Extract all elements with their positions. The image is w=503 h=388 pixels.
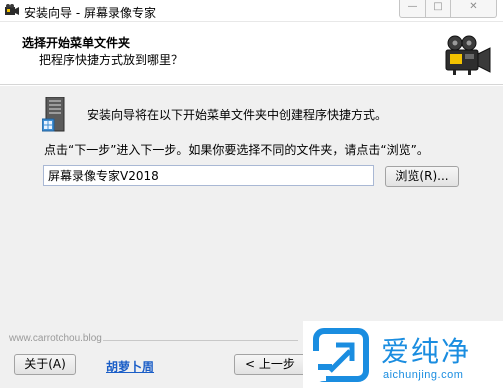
wizard-body: 安装向导将在以下开始菜单文件夹中创建程序快捷方式。 点击“下一步”进入下一步。如… xyxy=(0,86,503,326)
page-subtitle: 把程序快捷方式放到哪里？ xyxy=(39,53,184,67)
brand-url: aichunjing.com xyxy=(383,369,464,381)
app-camera-icon xyxy=(5,4,19,15)
brand-watermark: 爱纯净 aichunjing.com xyxy=(303,321,503,388)
brand-name: 爱纯净 xyxy=(381,335,472,368)
about-button[interactable]: 关于(A) xyxy=(14,354,76,375)
start-menu-folder-input[interactable] xyxy=(43,165,374,186)
close-icon: ✕ xyxy=(469,1,478,12)
browse-button[interactable]: 浏览(R)... xyxy=(385,166,459,187)
watermark-url: www.carrotchou.blog xyxy=(9,333,102,344)
minimize-icon: — xyxy=(407,1,418,12)
intro-text: 安装向导将在以下开始菜单文件夹中创建程序快捷方式。 xyxy=(87,108,388,122)
program-folder-icon xyxy=(42,97,65,132)
window-title: 安装向导 - 屏幕录像专家 xyxy=(24,6,156,20)
minimize-button[interactable]: — xyxy=(399,0,426,18)
title-bar: 安装向导 - 屏幕录像专家 — □ ✕ xyxy=(0,0,503,22)
brand-logo-icon xyxy=(312,328,369,382)
author-link[interactable]: 胡萝卜周 xyxy=(106,358,154,375)
instruction-text: 点击“下一步”进入下一步。如果你要选择不同的文件夹，请点击“浏览”。 xyxy=(44,143,429,157)
footer-divider xyxy=(103,340,298,341)
close-button[interactable]: ✕ xyxy=(450,0,497,18)
maximize-button[interactable]: □ xyxy=(425,0,451,18)
maximize-icon: □ xyxy=(433,1,443,12)
page-title: 选择开始菜单文件夹 xyxy=(22,36,131,50)
back-button[interactable]: < 上一步(B) xyxy=(234,354,306,375)
camera-icon xyxy=(445,35,491,75)
wizard-header: 选择开始菜单文件夹 把程序快捷方式放到哪里？ xyxy=(0,22,503,85)
